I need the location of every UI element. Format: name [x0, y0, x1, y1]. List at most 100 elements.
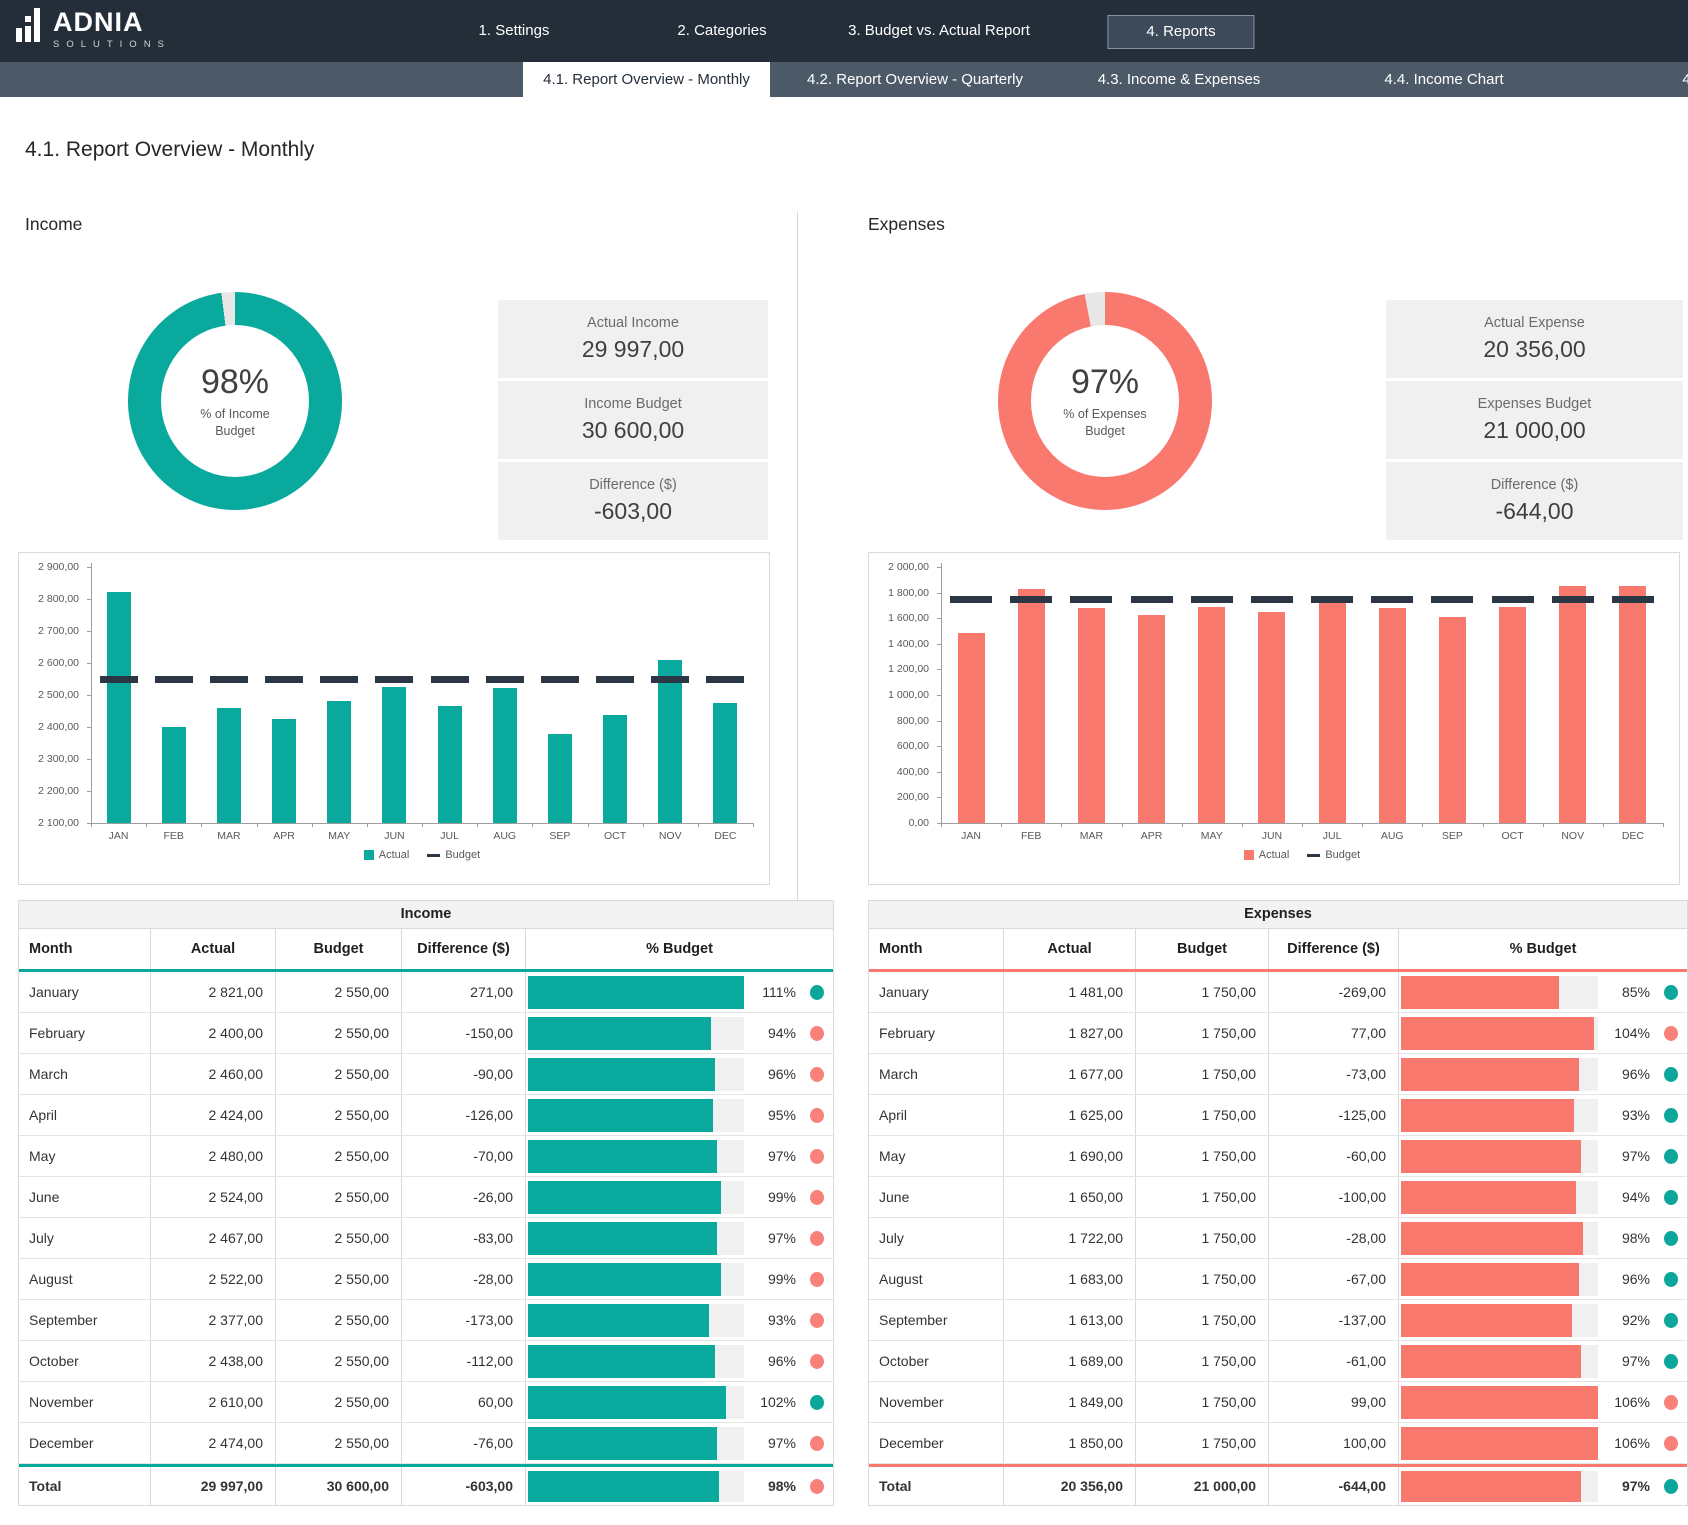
pct-budget-bar-track	[528, 1386, 744, 1419]
x-axis-category-label: MAY	[1182, 830, 1242, 843]
actual-bar-may	[327, 701, 351, 823]
expenses-table-row[interactable]: June1 650,001 750,00-100,0094%	[869, 1177, 1687, 1218]
cell-budget: 2 550,00	[276, 1341, 402, 1381]
pct-budget-value: 97%	[744, 1230, 801, 1246]
pct-budget-bar-track	[528, 1427, 744, 1460]
pct-budget-bar-track	[528, 1181, 744, 1214]
cell-budget: 2 550,00	[276, 1136, 402, 1176]
cell-actual: 29 997,00	[151, 1467, 276, 1505]
y-axis-tick-label: 2 200,00	[19, 785, 79, 798]
expenses-table-row[interactable]: February1 827,001 750,0077,00104%	[869, 1013, 1687, 1054]
expenses-table-row[interactable]: August1 683,001 750,00-67,0096%	[869, 1259, 1687, 1300]
x-axis-category-label: APR	[1122, 830, 1182, 843]
pct-budget-bar	[528, 1263, 721, 1296]
pct-budget-value: 111%	[744, 984, 801, 1000]
expenses-table-row[interactable]: March1 677,001 750,00-73,0096%	[869, 1054, 1687, 1095]
income-table-row[interactable]: May2 480,002 550,00-70,0097%	[19, 1136, 833, 1177]
budget-marker-oct	[1492, 596, 1534, 603]
income-table-row[interactable]: December2 474,002 550,00-76,0097%	[19, 1423, 833, 1464]
income-table-row[interactable]: August2 522,002 550,00-28,0099%	[19, 1259, 833, 1300]
x-axis-category-label: JUL	[1302, 830, 1362, 843]
x-axis-tick	[941, 823, 942, 827]
pct-budget-bar	[528, 1181, 721, 1214]
cell-budget: 2 550,00	[276, 972, 402, 1012]
income-table-row[interactable]: November2 610,002 550,0060,00102%	[19, 1382, 833, 1423]
pct-budget-bar-track	[1401, 1099, 1598, 1132]
cell-month: January	[869, 972, 1004, 1012]
expenses-table-row[interactable]: January1 481,001 750,00-269,0085%	[869, 972, 1687, 1013]
subnav-tab-4-4-income-chart[interactable]: 4.4. Income Chart	[1384, 62, 1503, 97]
income-table-row[interactable]: October2 438,002 550,00-112,0096%	[19, 1341, 833, 1382]
stat-label: Difference ($)	[589, 477, 677, 493]
legend-label-budget: Budget	[445, 849, 480, 861]
expenses-table-row[interactable]: December1 850,001 750,00100,00106%	[869, 1423, 1687, 1464]
nav-item-2-categories[interactable]: 2. Categories	[677, 0, 766, 62]
expenses-table-row[interactable]: October1 689,001 750,00-61,0097%	[869, 1341, 1687, 1382]
x-axis-tick	[1603, 823, 1604, 827]
cell-difference: -26,00	[402, 1177, 526, 1217]
y-axis-line	[91, 563, 92, 823]
x-axis-category-label: NOV	[1543, 830, 1603, 843]
stat-value: -603,00	[594, 498, 672, 525]
cell-month: December	[869, 1423, 1004, 1463]
expenses-table: ExpensesMonthActualBudgetDifference ($)%…	[868, 900, 1688, 1506]
income-table-row[interactable]: July2 467,002 550,00-83,0097%	[19, 1218, 833, 1259]
expenses-table-row[interactable]: November1 849,001 750,0099,00106%	[869, 1382, 1687, 1423]
cell-budget: 1 750,00	[1136, 1382, 1269, 1422]
budget-marker-jun	[1251, 596, 1293, 603]
income-table-row[interactable]: January2 821,002 550,00271,00111%	[19, 972, 833, 1013]
income-table-row[interactable]: February2 400,002 550,00-150,0094%	[19, 1013, 833, 1054]
status-dot-good	[1664, 1272, 1678, 1287]
pct-budget-value: 106%	[1598, 1435, 1655, 1451]
budget-marker-dec	[1612, 596, 1654, 603]
cell-actual: 1 683,00	[1004, 1259, 1136, 1299]
status-dot-bad	[810, 1354, 824, 1369]
actual-bar-aug	[1379, 608, 1406, 823]
cell-difference: -100,00	[1269, 1177, 1399, 1217]
pct-budget-value: 96%	[1598, 1066, 1655, 1082]
pct-budget-bar	[528, 1099, 713, 1132]
cell-month: October	[869, 1341, 1004, 1381]
cell-budget: 1 750,00	[1136, 1177, 1269, 1217]
stat-value: 20 356,00	[1483, 336, 1585, 363]
cell-pct-budget: 104%	[1399, 1013, 1687, 1053]
actual-bar-nov	[658, 660, 682, 823]
expenses-table-row[interactable]: May1 690,001 750,00-60,0097%	[869, 1136, 1687, 1177]
y-axis-tick-label: 400,00	[869, 766, 929, 779]
expenses-table-row[interactable]: September1 613,001 750,00-137,0092%	[869, 1300, 1687, 1341]
pct-budget-value: 96%	[1598, 1271, 1655, 1287]
income-table-row[interactable]: April2 424,002 550,00-126,0095%	[19, 1095, 833, 1136]
cell-pct-budget: 97%	[526, 1218, 833, 1258]
pct-budget-bar	[528, 1471, 719, 1502]
pct-budget-bar	[1401, 1140, 1581, 1173]
subnav-tab-4-3-income-expenses[interactable]: 4.3. Income & Expenses	[1098, 62, 1261, 97]
income-table-row[interactable]: June2 524,002 550,00-26,0099%	[19, 1177, 833, 1218]
expenses-table-row[interactable]: April1 625,001 750,00-125,0093%	[869, 1095, 1687, 1136]
subnav-tab-4-1-report-overview-monthly[interactable]: 4.1. Report Overview - Monthly	[523, 62, 770, 97]
cell-difference: -112,00	[402, 1341, 526, 1381]
actual-bar-jul	[438, 706, 462, 823]
legend-item-budget: Budget	[427, 849, 480, 861]
subnav-tab-4-5-e[interactable]: 4.5. E	[1682, 62, 1688, 97]
brand-tagline: SOLUTIONS	[53, 39, 171, 50]
nav-item-4-reports[interactable]: 4. Reports	[1107, 15, 1254, 49]
status-dot-good	[1664, 985, 1678, 1000]
y-axis-tick-label: 2 100,00	[19, 817, 79, 830]
nav-item-1-settings[interactable]: 1. Settings	[479, 0, 550, 62]
expenses-table-row[interactable]: July1 722,001 750,00-28,0098%	[869, 1218, 1687, 1259]
income-table-row[interactable]: September2 377,002 550,00-173,0093%	[19, 1300, 833, 1341]
pct-budget-value: 97%	[744, 1148, 801, 1164]
pct-budget-bar	[528, 1345, 715, 1378]
status-dot-bad	[810, 1108, 824, 1123]
cell-difference: -173,00	[402, 1300, 526, 1340]
status-dot-bad	[810, 1149, 824, 1164]
x-axis-category-label: FEB	[146, 830, 201, 843]
pct-budget-value: 98%	[1598, 1230, 1655, 1246]
cell-actual: 1 690,00	[1004, 1136, 1136, 1176]
pct-budget-value: 93%	[744, 1312, 801, 1328]
cell-month: May	[869, 1136, 1004, 1176]
income-table-row[interactable]: March2 460,002 550,00-90,0096%	[19, 1054, 833, 1095]
subnav-tab-4-2-report-overview-quarterly[interactable]: 4.2. Report Overview - Quarterly	[807, 62, 1023, 97]
nav-item-3-budget-vs-actual-report[interactable]: 3. Budget vs. Actual Report	[848, 0, 1030, 62]
actual-bar-jan	[107, 592, 131, 823]
